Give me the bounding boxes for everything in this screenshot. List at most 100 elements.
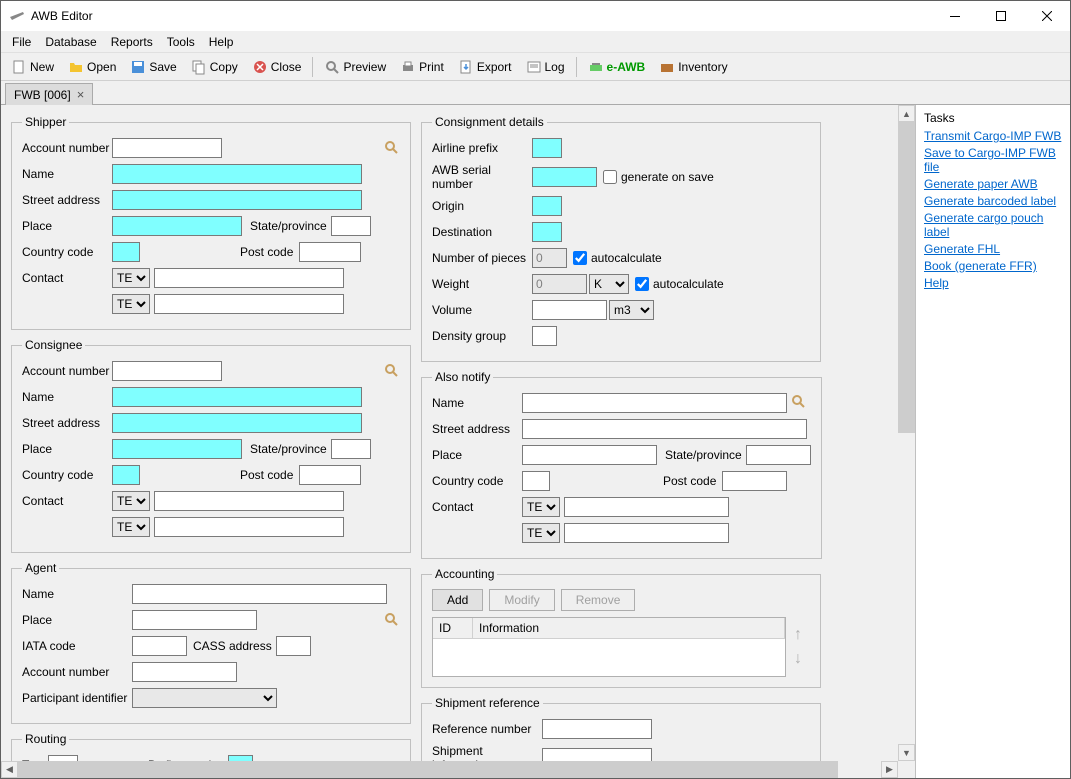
move-down-icon[interactable]: ↓: [794, 650, 802, 668]
notify-street-input[interactable]: [522, 419, 807, 439]
task-link[interactable]: Generate FHL: [924, 242, 1062, 256]
agent-name-input[interactable]: [132, 584, 387, 604]
document-tab[interactable]: FWB [006] ×: [5, 83, 93, 105]
consignee-contact1-input[interactable]: [154, 491, 344, 511]
pieces-autocalc-checkbox[interactable]: [573, 251, 587, 265]
density-input[interactable]: [532, 326, 557, 346]
airline-prefix-input[interactable]: [532, 138, 562, 158]
search-icon[interactable]: [384, 363, 400, 379]
agent-place-input[interactable]: [132, 610, 257, 630]
tasks-header: Tasks: [924, 111, 1062, 125]
shipper-street-input[interactable]: [112, 190, 362, 210]
shipper-country-input[interactable]: [112, 242, 140, 262]
shipper-contact1-input[interactable]: [154, 268, 344, 288]
origin-input[interactable]: [532, 196, 562, 216]
titlebar: AWB Editor: [1, 1, 1070, 31]
horizontal-scrollbar[interactable]: ◀▶: [1, 761, 898, 778]
preview-icon: [324, 59, 340, 75]
save-button[interactable]: Save: [124, 56, 182, 78]
window-title: AWB Editor: [31, 9, 932, 23]
consignee-street-input[interactable]: [112, 413, 362, 433]
copy-button[interactable]: Copy: [185, 56, 244, 78]
accounting-table[interactable]: IDInformation: [432, 617, 786, 677]
maximize-button[interactable]: [978, 1, 1024, 31]
tab-close-button[interactable]: ×: [77, 88, 85, 101]
inventory-button[interactable]: Inventory: [653, 56, 733, 78]
accounting-modify-button[interactable]: Modify: [489, 589, 554, 611]
accounting-remove-button[interactable]: Remove: [561, 589, 636, 611]
notify-contact2-input[interactable]: [564, 523, 729, 543]
notify-contact1-type[interactable]: TE: [522, 497, 560, 517]
eawb-button[interactable]: e-AWB: [582, 56, 652, 78]
inventory-icon: [659, 59, 675, 75]
generate-on-save-checkbox[interactable]: [603, 170, 617, 184]
notify-contact2-type[interactable]: TE: [522, 523, 560, 543]
volume-unit-select[interactable]: m3: [609, 300, 654, 320]
shipper-place-input[interactable]: [112, 216, 242, 236]
menu-tools[interactable]: Tools: [160, 33, 202, 51]
print-button[interactable]: Print: [394, 56, 450, 78]
consignee-country-input[interactable]: [112, 465, 140, 485]
volume-input[interactable]: [532, 300, 607, 320]
shipper-group: Shipper Account number Name Street addre…: [11, 115, 411, 330]
task-link[interactable]: Generate barcoded label: [924, 194, 1062, 208]
search-icon[interactable]: [791, 394, 807, 413]
notify-postcode-input[interactable]: [722, 471, 787, 491]
notify-country-input[interactable]: [522, 471, 550, 491]
menu-reports[interactable]: Reports: [104, 33, 160, 51]
shipper-contact2-input[interactable]: [154, 294, 344, 314]
export-button[interactable]: Export: [452, 56, 518, 78]
shipper-name-input[interactable]: [112, 164, 362, 184]
awb-serial-input[interactable]: [532, 167, 597, 187]
consignee-postcode-input[interactable]: [299, 465, 361, 485]
shipper-state-input[interactable]: [331, 216, 371, 236]
notify-contact1-input[interactable]: [564, 497, 729, 517]
minimize-button[interactable]: [932, 1, 978, 31]
task-link[interactable]: Generate cargo pouch label: [924, 211, 1062, 239]
shipper-contact1-type[interactable]: TE: [112, 268, 150, 288]
close-button[interactable]: [1024, 1, 1070, 31]
task-link[interactable]: Help: [924, 276, 1062, 290]
menu-database[interactable]: Database: [38, 33, 103, 51]
menu-help[interactable]: Help: [202, 33, 241, 51]
shipper-account-input[interactable]: [112, 138, 222, 158]
destination-input[interactable]: [532, 222, 562, 242]
shipper-contact2-type[interactable]: TE: [112, 294, 150, 314]
log-button[interactable]: Log: [520, 56, 571, 78]
new-button[interactable]: New: [5, 56, 60, 78]
consignee-place-input[interactable]: [112, 439, 242, 459]
task-link[interactable]: Transmit Cargo-IMP FWB: [924, 129, 1062, 143]
agent-iata-input[interactable]: [132, 636, 187, 656]
notify-state-input[interactable]: [746, 445, 811, 465]
shipper-postcode-input[interactable]: [299, 242, 361, 262]
preview-button[interactable]: Preview: [318, 56, 392, 78]
move-up-icon[interactable]: ↑: [794, 626, 802, 644]
agent-account-input[interactable]: [132, 662, 237, 682]
consignee-contact2-type[interactable]: TE: [112, 517, 150, 537]
close-doc-button[interactable]: Close: [246, 56, 308, 78]
accounting-add-button[interactable]: Add: [432, 589, 483, 611]
consignee-state-input[interactable]: [331, 439, 371, 459]
consignee-name-input[interactable]: [112, 387, 362, 407]
task-link[interactable]: Book (generate FFR): [924, 259, 1062, 273]
menu-file[interactable]: File: [5, 33, 38, 51]
weight-unit-select[interactable]: K: [589, 274, 629, 294]
open-button[interactable]: Open: [62, 56, 122, 78]
print-icon: [400, 59, 416, 75]
refnum-input[interactable]: [542, 719, 652, 739]
vertical-scrollbar[interactable]: ▲▼: [898, 105, 915, 761]
agent-participant-select[interactable]: [132, 688, 277, 708]
search-icon[interactable]: [384, 612, 400, 628]
consignee-contact2-input[interactable]: [154, 517, 344, 537]
agent-cass-input[interactable]: [276, 636, 311, 656]
weight-autocalc-checkbox[interactable]: [635, 277, 649, 291]
search-icon[interactable]: [384, 140, 400, 156]
pieces-input[interactable]: [532, 248, 567, 268]
notify-name-input[interactable]: [522, 393, 787, 413]
consignee-account-input[interactable]: [112, 361, 222, 381]
consignee-contact1-type[interactable]: TE: [112, 491, 150, 511]
weight-input[interactable]: [532, 274, 587, 294]
task-link[interactable]: Generate paper AWB: [924, 177, 1062, 191]
task-link[interactable]: Save to Cargo-IMP FWB file: [924, 146, 1062, 174]
notify-place-input[interactable]: [522, 445, 657, 465]
